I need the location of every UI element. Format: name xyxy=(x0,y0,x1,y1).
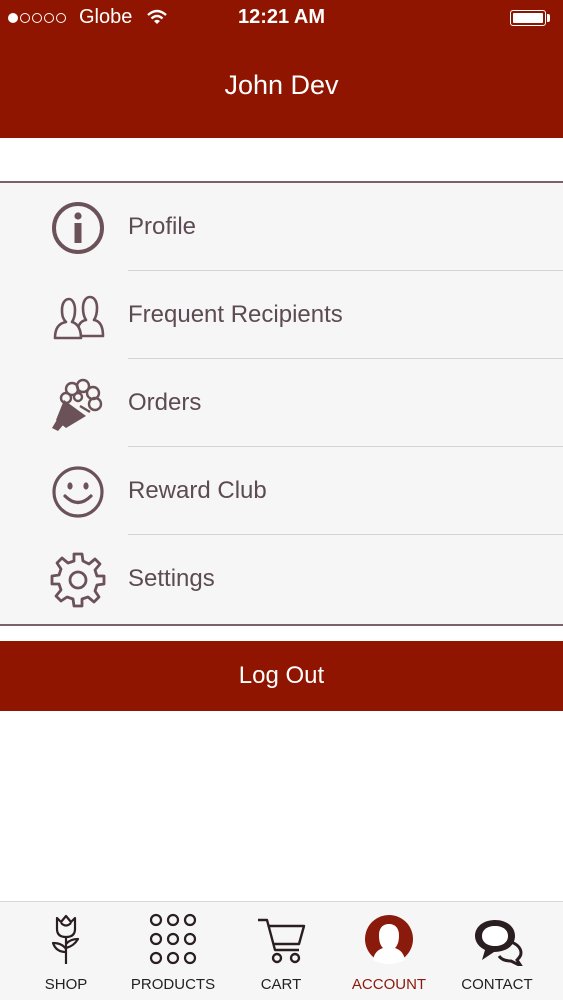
menu-item-settings[interactable]: Settings xyxy=(0,535,563,623)
tab-label: CONTACT xyxy=(461,976,533,993)
account-menu: Profile Frequent Recipients Orders Rewar… xyxy=(0,181,563,626)
bouquet-icon xyxy=(52,378,103,431)
bottom-tab-bar: SHOP PRODUCTS CART ACCOUNT CONTACT xyxy=(0,901,563,1000)
gear-icon xyxy=(50,552,106,608)
tab-products[interactable]: PRODUCTS xyxy=(117,902,229,1001)
battery-icon xyxy=(510,10,546,26)
menu-item-label: Frequent Recipients xyxy=(128,301,343,328)
status-bar: Globe 12:21 AM xyxy=(0,0,563,36)
info-icon xyxy=(52,202,104,254)
rose-icon xyxy=(51,914,80,964)
menu-item-label: Profile xyxy=(128,213,197,240)
tab-account[interactable]: ACCOUNT xyxy=(333,902,445,1001)
people-icon xyxy=(53,295,105,340)
menu-item-label: Settings xyxy=(128,565,215,592)
tab-shop[interactable]: SHOP xyxy=(10,902,122,1001)
grid-dots-icon xyxy=(149,913,197,965)
menu-item-frequent-recipients[interactable]: Frequent Recipients xyxy=(0,271,563,359)
cart-icon xyxy=(258,918,306,964)
menu-item-label: Reward Club xyxy=(128,477,267,504)
battery-nub xyxy=(547,14,550,22)
menu-item-reward-club[interactable]: Reward Club xyxy=(0,447,563,535)
logout-button[interactable]: Log Out xyxy=(0,641,563,711)
chat-bubbles-icon xyxy=(475,920,523,966)
menu-item-profile[interactable]: Profile xyxy=(0,183,563,271)
menu-item-orders[interactable]: Orders xyxy=(0,359,563,447)
menu-item-label: Orders xyxy=(128,389,202,416)
tab-contact[interactable]: CONTACT xyxy=(441,902,553,1001)
status-time: 12:21 AM xyxy=(237,6,326,28)
account-icon xyxy=(365,915,413,964)
smiley-icon xyxy=(52,466,104,518)
tab-cart[interactable]: CART xyxy=(225,902,337,1001)
app-header: Globe 12:21 AM John Dev xyxy=(0,0,563,138)
page-title: John Dev xyxy=(224,70,339,100)
